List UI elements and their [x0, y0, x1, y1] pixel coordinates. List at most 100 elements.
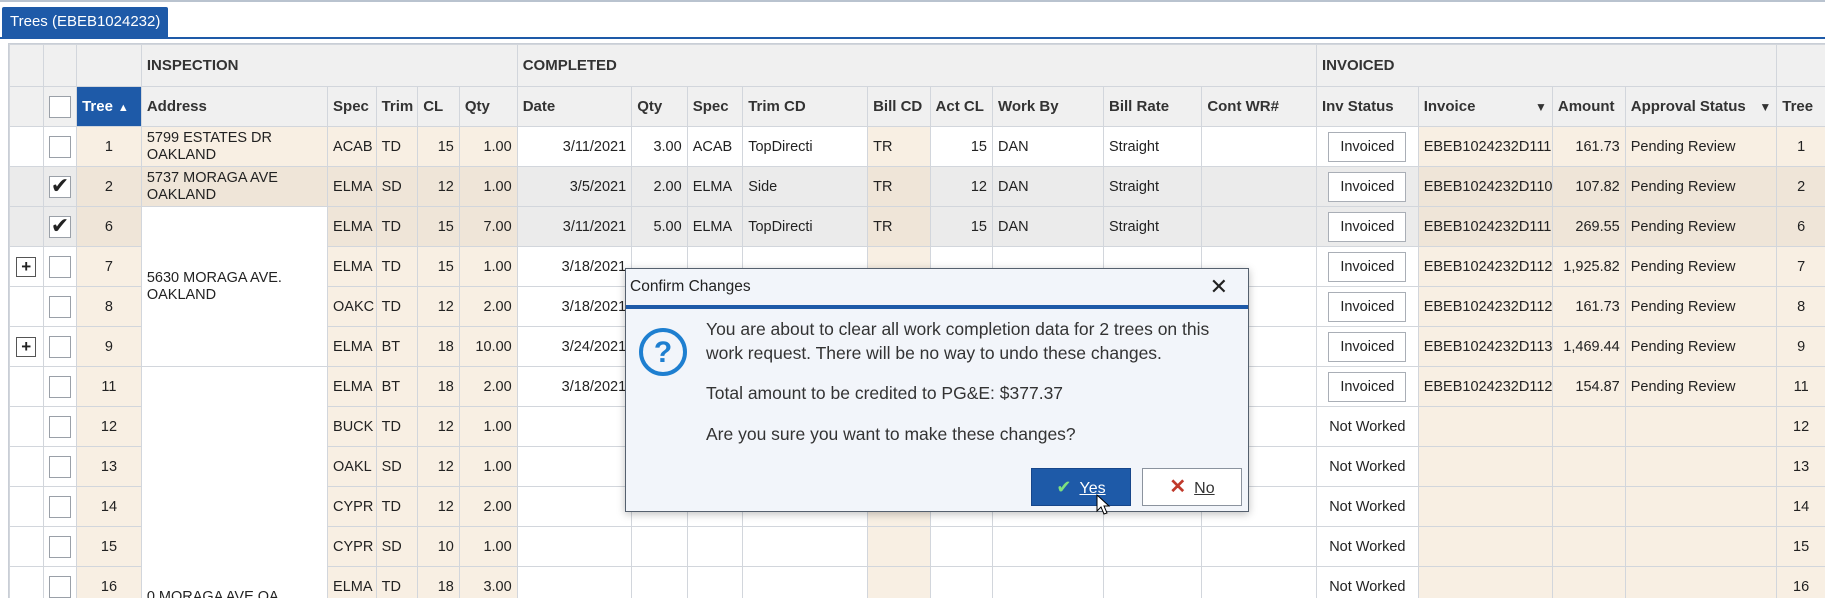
tab-trees[interactable]: Trees (EBEB1024232) [2, 7, 169, 37]
col-header-trim[interactable]: Trim [375, 86, 419, 127]
table-row[interactable]: 25737 MORAGA AVE OAKLANDELMASD121.003/5/… [9, 166, 1825, 207]
inv-status-value[interactable]: Invoiced [1328, 211, 1407, 242]
invoice-cell: EBEB1024232D111 [1417, 206, 1553, 247]
tree-right-cell: 14 [1776, 486, 1825, 527]
col-header-bill-rate[interactable]: Bill Rate [1103, 86, 1203, 127]
col-header-address[interactable]: Address [140, 86, 329, 127]
col-header-tree[interactable]: Tree ▲ [76, 86, 142, 127]
col-header-invoice-label: Invoice [1423, 98, 1476, 115]
select-cell[interactable] [42, 126, 78, 167]
col-header-trim-cd[interactable]: Trim CD [742, 86, 869, 127]
cl-cell: 12 [417, 486, 460, 527]
col-header-approval[interactable]: Approval Status ▼ [1624, 86, 1778, 127]
row-checkbox[interactable] [48, 255, 71, 278]
row-checkbox[interactable] [48, 295, 71, 318]
qty-cell: 2.00 [458, 486, 518, 527]
invoice-cell: EBEB1024232D112 [1417, 246, 1553, 287]
select-all-checkbox[interactable] [48, 95, 71, 118]
select-cell[interactable] [42, 406, 78, 447]
col-header-date[interactable]: Date [516, 86, 633, 127]
col-header-work-by[interactable]: Work By [991, 86, 1105, 127]
select-all-header[interactable] [42, 86, 78, 127]
approval-cell [1624, 566, 1778, 600]
inv-status-value[interactable]: Invoiced [1328, 131, 1407, 162]
row-checkbox[interactable] [48, 173, 71, 199]
spec-cell: CYPR [327, 486, 377, 527]
inv-status-value[interactable]: Invoiced [1328, 331, 1407, 362]
table-row[interactable]: 65630 MORAGA AVE. OAKLANDELMATD157.003/1… [9, 206, 1825, 367]
select-cell[interactable] [42, 166, 78, 207]
row-checkbox[interactable] [48, 135, 71, 158]
trim-cd-cell: Side [742, 166, 869, 207]
select-cell[interactable] [42, 486, 78, 527]
col-header-cl[interactable]: CL [417, 86, 460, 127]
select-cell[interactable] [42, 326, 78, 367]
select-cell[interactable] [42, 246, 78, 287]
qty-cell: 1.00 [458, 406, 518, 447]
invoice-cell [1417, 446, 1553, 487]
cont-wr-cell [1201, 206, 1317, 247]
act-cl-cell: 15 [929, 126, 994, 167]
expand-cell [9, 366, 44, 407]
expand-plus-icon[interactable]: + [16, 256, 37, 277]
date-cell [516, 446, 633, 487]
yes-button[interactable]: ✔ Yes [1031, 468, 1131, 506]
row-checkbox[interactable] [48, 495, 71, 518]
col-header-cont-wr[interactable]: Cont WR# [1201, 86, 1317, 127]
inv-status-value[interactable]: Invoiced [1328, 291, 1407, 322]
close-icon[interactable]: ✕ [1210, 269, 1228, 305]
inv-status-value[interactable]: Invoiced [1328, 251, 1407, 282]
invoice-cell [1417, 566, 1553, 600]
address-cell: 5799 ESTATES DR OAKLAND [140, 126, 329, 167]
row-checkbox[interactable] [48, 455, 71, 478]
expand-cell[interactable]: + [9, 326, 44, 367]
work-by-cell: DAN [991, 206, 1105, 247]
filter-icon[interactable]: ▼ [1535, 100, 1547, 114]
expand-plus-icon[interactable]: + [16, 336, 37, 357]
approval-cell: Pending Review [1624, 206, 1778, 247]
select-cell[interactable] [42, 566, 78, 600]
tree-cell: 6 [76, 206, 142, 247]
col-header-tree-right[interactable]: Tree [1776, 86, 1825, 127]
row-checkbox[interactable] [48, 213, 71, 239]
row-checkbox[interactable] [48, 535, 71, 558]
tree-right-cell: 13 [1776, 446, 1825, 487]
col-header-completed-spec[interactable]: Spec [686, 86, 744, 127]
col-header-inv-status[interactable]: Inv Status [1315, 86, 1419, 127]
no-button[interactable]: ✕ No [1142, 468, 1242, 506]
select-cell[interactable] [42, 526, 78, 567]
trim-cell: TD [375, 566, 419, 600]
inv-status-value[interactable]: Invoiced [1328, 371, 1407, 402]
bill-cd-cell: TR [867, 206, 931, 247]
select-cell[interactable] [42, 446, 78, 487]
amount-cell: 161.73 [1551, 286, 1626, 327]
col-header-act-cl[interactable]: Act CL [929, 86, 994, 127]
select-cell[interactable] [42, 286, 78, 327]
tree-cell: 7 [76, 246, 142, 287]
col-header-spec[interactable]: Spec [327, 86, 377, 127]
row-checkbox[interactable] [48, 375, 71, 398]
col-header-invoice[interactable]: Invoice ▼ [1417, 86, 1553, 127]
select-cell[interactable] [42, 206, 78, 247]
tab-underline [0, 37, 1825, 39]
col-header-qty[interactable]: Qty [458, 86, 518, 127]
dialog-credit-amount: Total amount to be credited to PG&E: $37… [706, 383, 1064, 403]
inv-status-value[interactable]: Invoiced [1328, 171, 1407, 202]
filter-icon[interactable]: ▼ [1759, 100, 1771, 114]
row-checkbox[interactable] [48, 415, 71, 438]
check-icon: ✔ [1056, 477, 1072, 497]
tree-cell: 11 [76, 366, 142, 407]
select-cell[interactable] [42, 366, 78, 407]
col-header-amount[interactable]: Amount [1551, 86, 1626, 127]
question-icon: ? [639, 328, 687, 376]
table-row[interactable]: 1 5799 ESTATES DR OAKLAND ACAB TD 15 1.00 3/11… [9, 126, 1825, 167]
row-checkbox[interactable] [48, 575, 71, 598]
group-spacer [76, 44, 142, 87]
date-cell: 3/11/2021 [516, 206, 633, 247]
col-header-bill-cd[interactable]: Bill CD [867, 86, 931, 127]
expand-cell[interactable]: + [9, 246, 44, 287]
col-header-completed-qty[interactable]: Qty [631, 86, 688, 127]
row-checkbox[interactable] [48, 335, 71, 358]
cl-cell: 12 [417, 286, 460, 327]
approval-cell [1624, 526, 1778, 567]
